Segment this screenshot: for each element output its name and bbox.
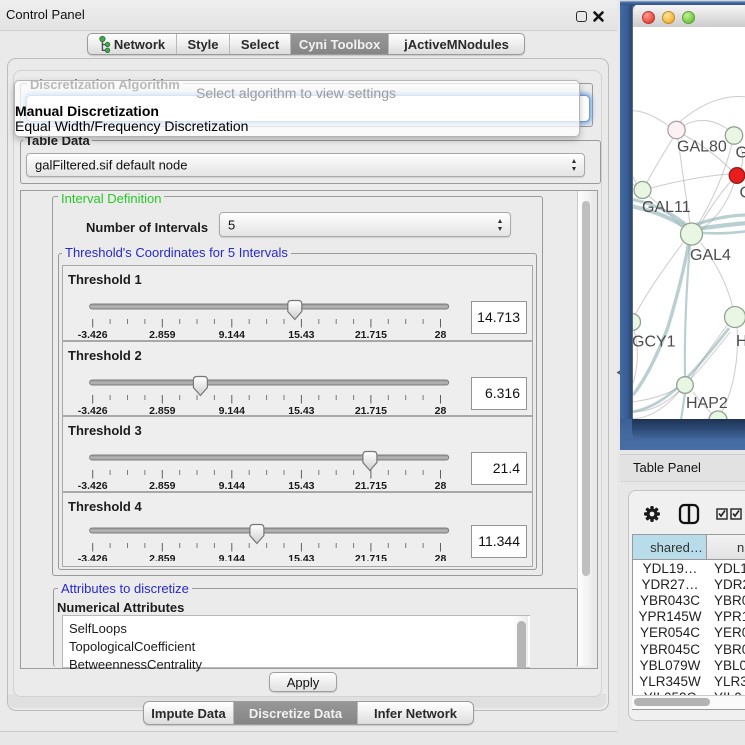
svg-text:GAL80: GAL80 [677, 139, 727, 156]
svg-text:-3.426: -3.426 [78, 405, 108, 415]
svg-text:15.43: 15.43 [288, 405, 314, 415]
svg-text:H: H [736, 333, 745, 350]
svg-text:GAL11: GAL11 [642, 199, 691, 216]
svg-text:15.43: 15.43 [288, 329, 314, 340]
svg-text:GCY1: GCY1 [633, 334, 676, 351]
svg-text:9.144: 9.144 [219, 553, 245, 561]
svg-text:C: C [740, 185, 745, 202]
svg-text:2.859: 2.859 [149, 405, 175, 415]
svg-text:15.43: 15.43 [288, 553, 314, 561]
svg-text:9.144: 9.144 [219, 405, 245, 415]
svg-text:21.715: 21.715 [355, 329, 387, 340]
svg-text:-3.426: -3.426 [78, 553, 108, 561]
svg-text:28: 28 [435, 329, 447, 340]
svg-text:9.144: 9.144 [219, 329, 245, 340]
svg-text:HAP2: HAP2 [686, 395, 728, 412]
svg-text:GA: GA [736, 145, 745, 162]
svg-text:-3.426: -3.426 [78, 329, 108, 340]
svg-text:21.715: 21.715 [355, 553, 387, 561]
svg-text:2.859: 2.859 [149, 329, 175, 340]
svg-text:GAL4: GAL4 [690, 247, 731, 264]
svg-text:21.715: 21.715 [355, 405, 387, 415]
svg-text:28: 28 [435, 553, 447, 561]
svg-text:2.859: 2.859 [149, 553, 175, 561]
svg-text:28: 28 [435, 405, 447, 415]
